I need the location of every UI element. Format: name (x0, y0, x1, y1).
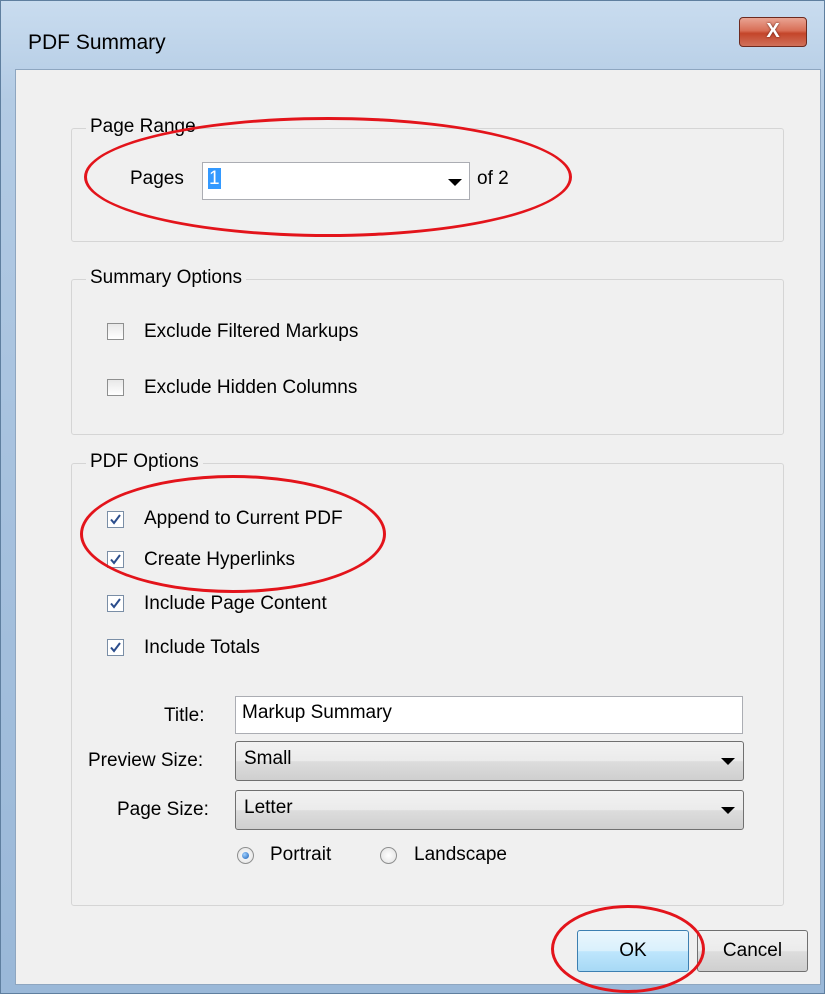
checkmark-icon (110, 642, 121, 653)
page-size-label: Page Size: (117, 799, 209, 820)
portrait-label[interactable]: Portrait (270, 844, 331, 866)
portrait-radio[interactable] (237, 847, 254, 864)
preview-size-value: Small (244, 748, 292, 769)
title-field-label: Title: (164, 705, 205, 726)
title-bar[interactable]: PDF Summary X (1, 1, 825, 69)
include-page-content-label[interactable]: Include Page Content (144, 593, 327, 615)
radio-selected-dot (242, 852, 249, 859)
pages-value: 1 (208, 168, 221, 189)
pages-dropdown-arrow-icon[interactable] (448, 179, 462, 186)
preview-size-dropdown-arrow-icon (721, 758, 735, 765)
pdf-options-group-label: PDF Options (86, 451, 203, 473)
window-title: PDF Summary (28, 31, 166, 54)
page-size-dropdown-arrow-icon (721, 807, 735, 814)
append-to-current-pdf-label[interactable]: Append to Current PDF (144, 508, 343, 530)
append-to-current-pdf-checkbox[interactable] (107, 511, 124, 528)
exclude-filtered-markups-checkbox[interactable] (107, 323, 124, 340)
preview-size-select[interactable]: Small (235, 741, 744, 781)
pages-combo[interactable]: 1 (202, 162, 470, 200)
close-icon: X (766, 20, 780, 42)
include-page-content-checkbox[interactable] (107, 595, 124, 612)
exclude-hidden-columns-label[interactable]: Exclude Hidden Columns (144, 377, 357, 399)
landscape-radio[interactable] (380, 847, 397, 864)
cancel-button-label: Cancel (722, 940, 783, 961)
exclude-filtered-markups-label[interactable]: Exclude Filtered Markups (144, 321, 358, 343)
create-hyperlinks-label[interactable]: Create Hyperlinks (144, 549, 295, 571)
page-range-group-label: Page Range (86, 116, 200, 138)
summary-options-group-label: Summary Options (86, 267, 247, 289)
dialog-client-area: Page Range Pages 1 of 2 Summary Options … (15, 69, 821, 985)
preview-size-label: Preview Size: (88, 750, 204, 771)
title-input[interactable]: Markup Summary (235, 696, 743, 734)
page-size-select[interactable]: Letter (235, 790, 744, 830)
page-count-label: of 2 (477, 168, 509, 189)
ok-button[interactable]: OK (577, 930, 689, 972)
pages-label: Pages (130, 168, 184, 189)
cancel-button[interactable]: Cancel (697, 930, 808, 972)
title-input-value: Markup Summary (242, 702, 392, 723)
page-size-value: Letter (244, 797, 293, 818)
checkmark-icon (110, 514, 121, 525)
create-hyperlinks-checkbox[interactable] (107, 551, 124, 568)
summary-options-group: Summary Options (71, 267, 784, 435)
landscape-label[interactable]: Landscape (414, 844, 507, 866)
exclude-hidden-columns-checkbox[interactable] (107, 379, 124, 396)
ok-button-label: OK (619, 940, 647, 961)
pdf-summary-dialog: PDF Summary X Page Range Pages 1 of 2 Su… (0, 0, 825, 994)
checkmark-icon (110, 554, 121, 565)
include-totals-label[interactable]: Include Totals (144, 637, 260, 659)
checkmark-icon (110, 598, 121, 609)
close-button[interactable]: X (739, 17, 807, 47)
include-totals-checkbox[interactable] (107, 639, 124, 656)
